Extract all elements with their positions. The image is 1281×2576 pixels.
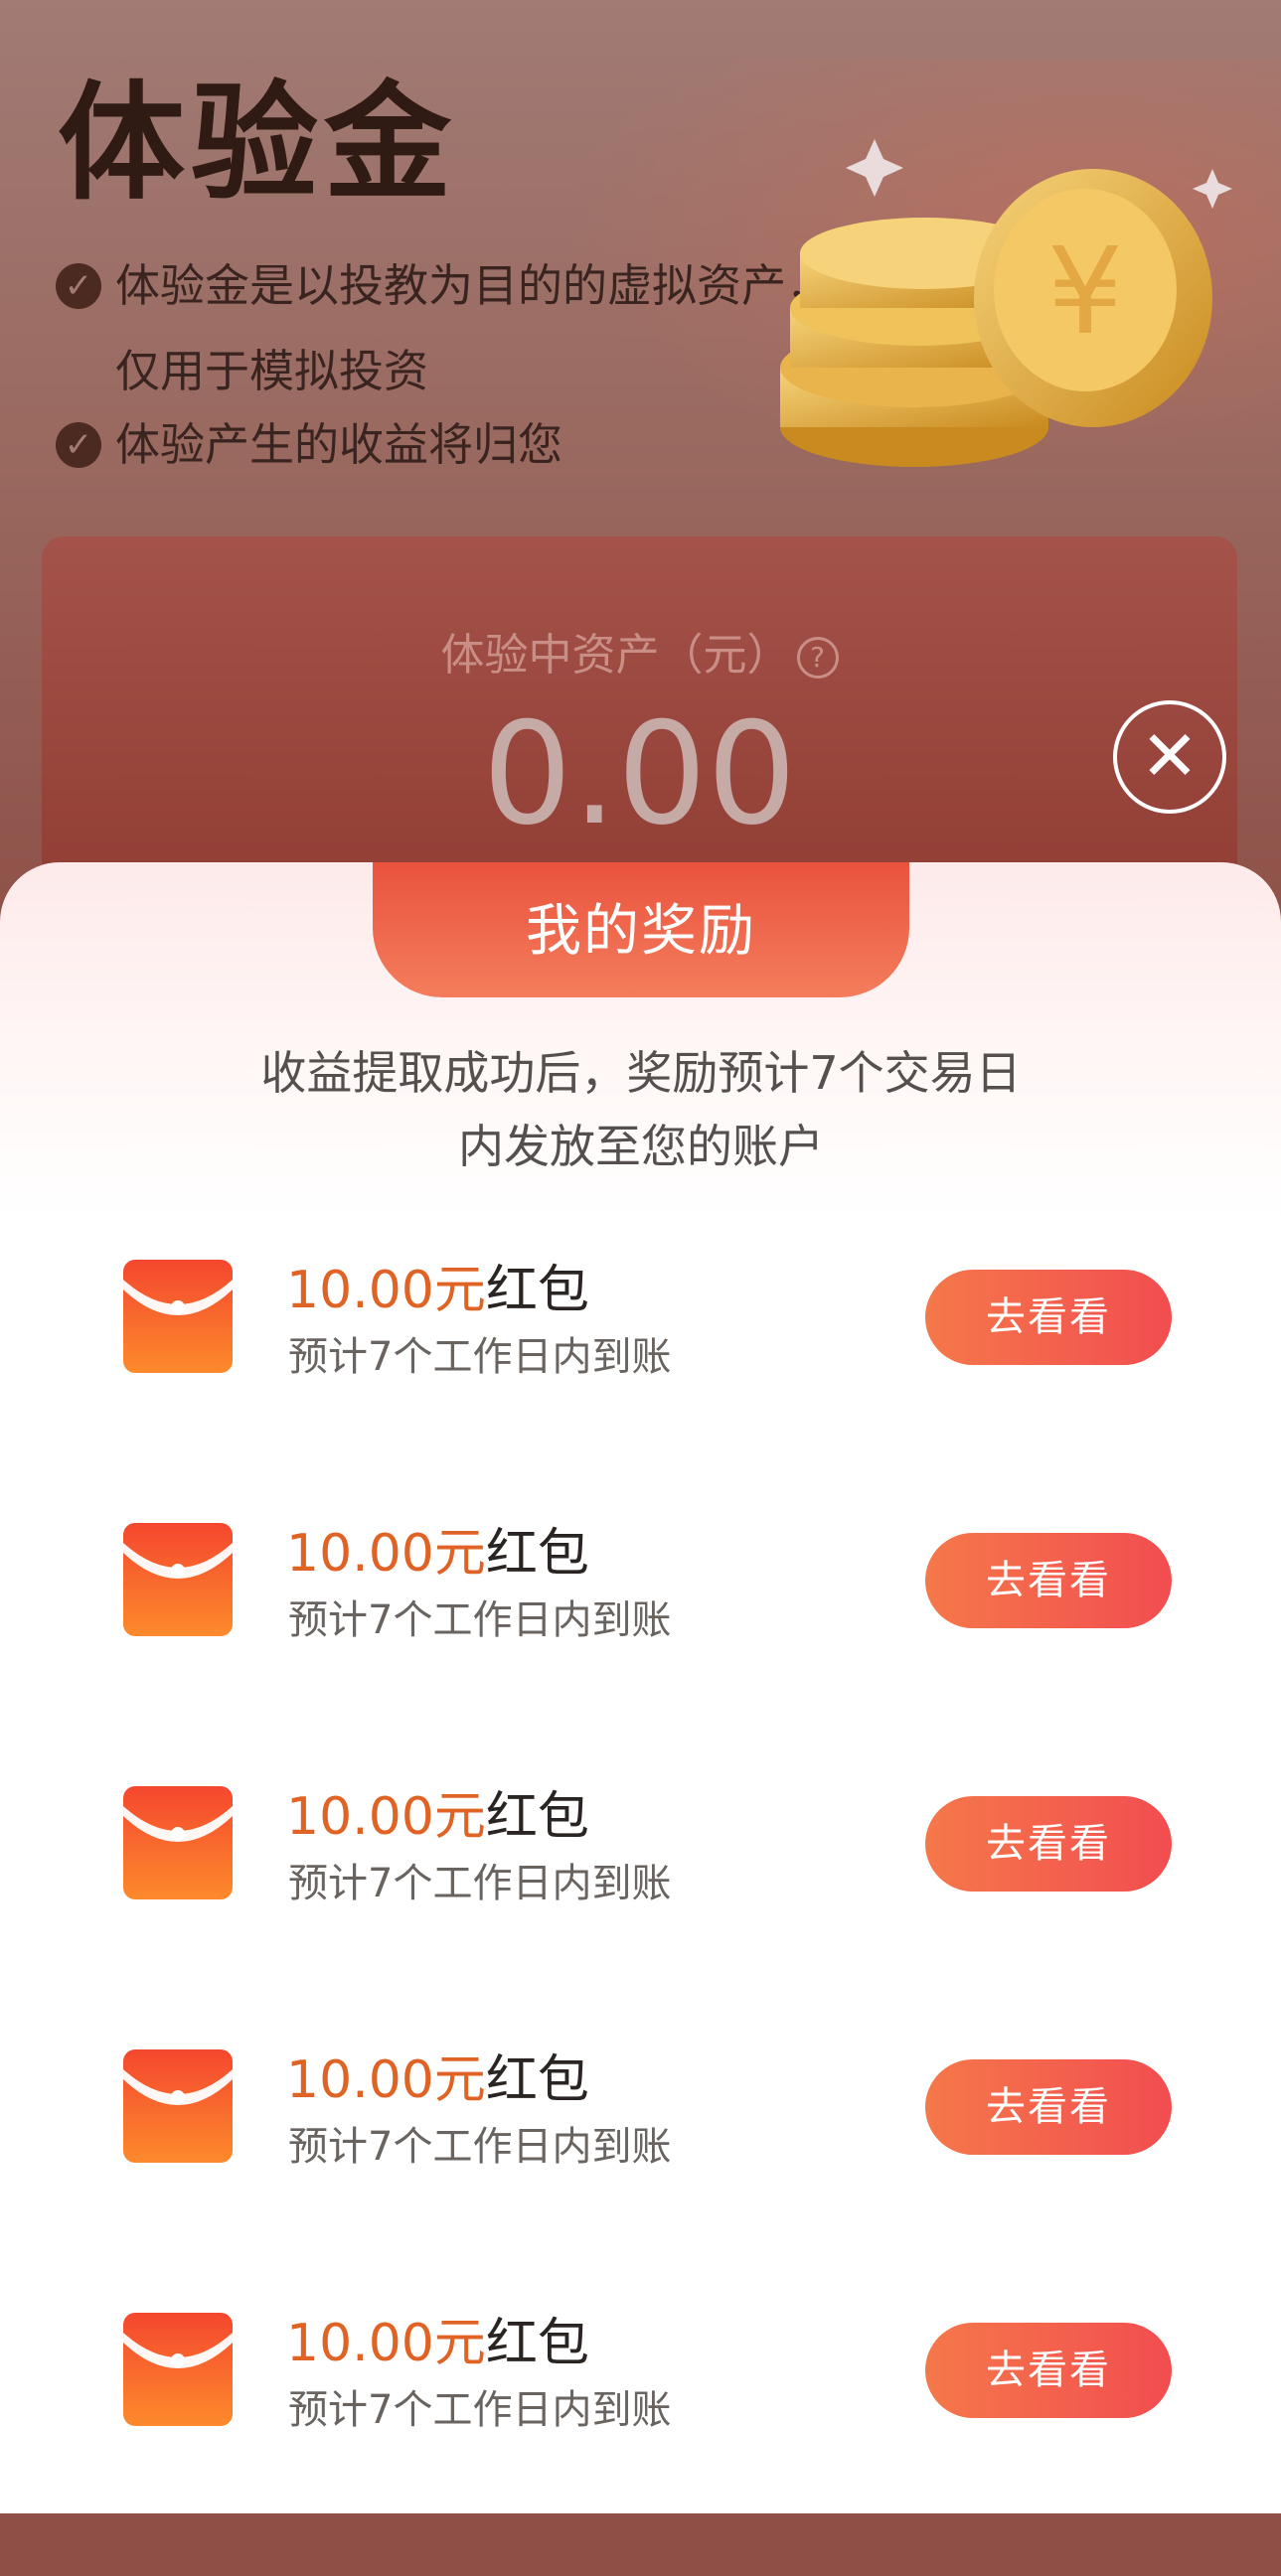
reward-item: 10.00元红包 预计7个工作日内到账 去看看 [0, 1786, 1281, 2049]
page-title: 体验金 [58, 70, 458, 218]
asset-label-text: 体验中资产（元） [440, 630, 791, 681]
red-envelope-icon [123, 2049, 233, 2163]
svg-text:¥: ¥ [1047, 224, 1123, 362]
reward-amount: 10.00元 [286, 2050, 486, 2110]
close-icon: ✕ [1140, 715, 1200, 797]
reward-list: 10.00元红包 预计7个工作日内到账 去看看 10.00元红包 预计7个工作日… [0, 1260, 1281, 2576]
reward-title: 10.00元红包 [286, 1523, 589, 1585]
red-envelope-icon [123, 1260, 233, 1373]
sheet-description: 收益提取成功后，奖励预计7个交易日内发放至您的账户 [260, 1046, 1022, 1173]
sheet-title: 我的奖励 [373, 862, 909, 997]
reward-title: 10.00元红包 [286, 2049, 589, 2111]
reward-type: 红包 [485, 2314, 589, 2373]
info-bullet-text: 体验金是以投教为目的的虚拟资产，仅用于模拟投资 [115, 259, 832, 397]
red-envelope-icon [123, 1523, 233, 1636]
reward-item: 10.00元红包 预计7个工作日内到账 去看看 [0, 2049, 1281, 2313]
reward-amount: 10.00元 [286, 1524, 486, 1584]
close-button[interactable]: ✕ [1113, 700, 1226, 814]
reward-amount: 10.00元 [286, 2314, 486, 2373]
reward-type: 红包 [485, 1787, 589, 1847]
reward-subtitle: 预计7个工作日内到账 [288, 2124, 672, 2170]
check-icon: ✓ [56, 263, 101, 309]
reward-subtitle: 预计7个工作日内到账 [288, 1334, 672, 1380]
reward-title: 10.00元红包 [286, 1260, 589, 1321]
reward-item: 10.00元红包 预计7个工作日内到账 去看看 [0, 1260, 1281, 1523]
reward-amount: 10.00元 [286, 1261, 486, 1320]
info-bullet-2: ✓ 体验产生的收益将归您 [56, 402, 831, 488]
reward-subtitle: 预计7个工作日内到账 [288, 2387, 672, 2433]
asset-label: 体验中资产（元）? [42, 626, 1237, 685]
view-reward-button[interactable]: 去看看 [925, 1270, 1172, 1365]
view-reward-button[interactable]: 去看看 [925, 2323, 1172, 2418]
rewards-sheet: 我的奖励 收益提取成功后，奖励预计7个交易日内发放至您的账户 10.00元红包 … [0, 862, 1281, 2513]
reward-item: 10.00元红包 预计7个工作日内到账 去看看 [0, 1523, 1281, 1786]
reward-item: 10.00元红包 预计7个工作日内到账 去看看 [0, 2313, 1281, 2576]
reward-subtitle: 预计7个工作日内到账 [288, 1597, 672, 1643]
red-envelope-icon [123, 2313, 233, 2426]
help-icon[interactable]: ? [796, 637, 839, 679]
info-bullet-1: ✓ 体验金是以投教为目的的虚拟资产，仅用于模拟投资 [56, 243, 831, 414]
background-page: 体验金 ✓ 体验金是以投教为目的的虚拟资产，仅用于模拟投资 ✓ 体验产生的收益将… [0, 0, 1281, 934]
info-bullet-text: 体验产生的收益将归您 [115, 418, 563, 471]
reward-subtitle: 预计7个工作日内到账 [288, 1861, 672, 1906]
reward-amount: 10.00元 [286, 1787, 486, 1847]
red-envelope-icon [123, 1786, 233, 1899]
reward-title: 10.00元红包 [286, 1786, 589, 1848]
reward-type: 红包 [485, 2050, 589, 2110]
reward-type: 红包 [485, 1261, 589, 1320]
view-reward-button[interactable]: 去看看 [925, 1796, 1172, 1892]
view-reward-button[interactable]: 去看看 [925, 1533, 1172, 1628]
asset-value: 0.00 [482, 692, 797, 856]
check-icon: ✓ [56, 422, 101, 468]
gold-coin-illustration: ¥ [780, 139, 1232, 467]
reward-title: 10.00元红包 [286, 2313, 589, 2374]
view-reward-button[interactable]: 去看看 [925, 2059, 1172, 2155]
reward-type: 红包 [485, 1524, 589, 1584]
